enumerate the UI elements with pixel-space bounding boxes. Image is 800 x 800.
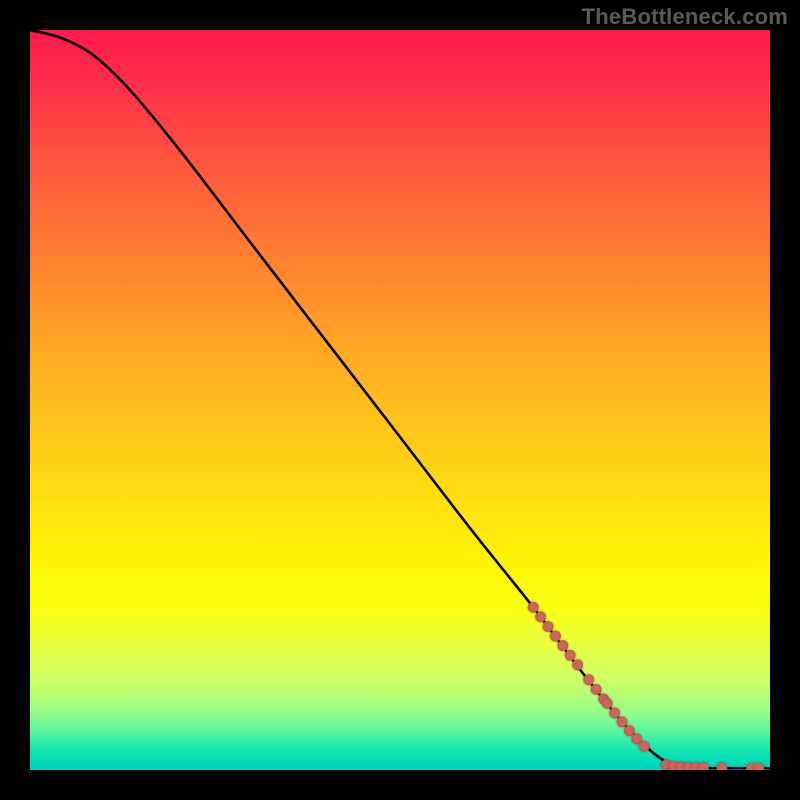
watermark-text: TheBottleneck.com (582, 4, 788, 30)
curve-svg (30, 30, 770, 770)
plot-area (30, 30, 770, 770)
bottleneck-curve (30, 30, 770, 768)
chart-frame: TheBottleneck.com (0, 0, 800, 800)
data-marker (753, 763, 764, 770)
data-marker (698, 762, 709, 770)
data-marker (572, 659, 583, 670)
data-markers (528, 602, 765, 770)
data-marker (639, 741, 650, 752)
data-marker (716, 762, 727, 770)
